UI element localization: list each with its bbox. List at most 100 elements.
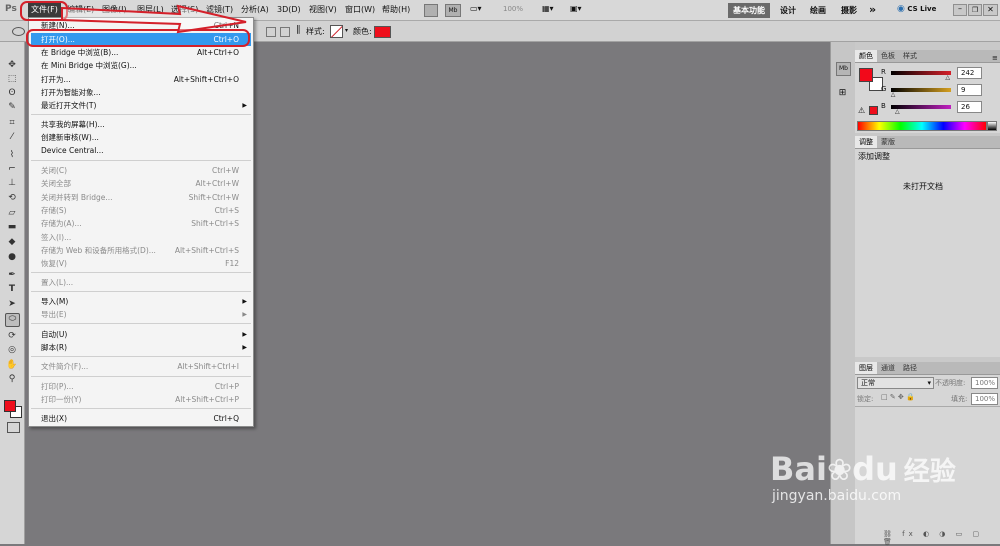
tab-layers[interactable]: 图层 xyxy=(855,362,877,374)
gamut-swatch[interactable] xyxy=(869,106,878,115)
3d-orbit-tool-icon[interactable]: ◎ xyxy=(6,345,18,355)
type-tool-icon[interactable]: T xyxy=(6,284,18,294)
menu-item-shortcut: Ctrl+P xyxy=(214,382,239,391)
move-tool-icon[interactable]: ✥ xyxy=(6,60,18,70)
eyedropper-tool-icon[interactable]: ⁄ xyxy=(6,132,18,142)
foreground-color-swatch[interactable] xyxy=(4,400,16,412)
file-menu-item-4[interactable]: 打开为... Alt+Shift+Ctrl+O xyxy=(41,74,249,86)
tab-color[interactable]: 颜色 xyxy=(855,50,877,62)
channel-value-2[interactable]: 26 xyxy=(957,101,982,113)
menu-item-label: 共享我的屏幕(H)... xyxy=(41,120,105,129)
screen-mode-icon[interactable]: ▣▾ xyxy=(570,4,590,15)
tab-paths[interactable]: 路径 xyxy=(899,362,921,374)
path-mode-icon[interactable] xyxy=(266,27,276,37)
file-menu-item-9[interactable]: Device Central... xyxy=(41,145,249,157)
brush-tool-icon[interactable]: ⌐ xyxy=(6,164,18,174)
workspace-painting-button[interactable]: 绘画 xyxy=(810,5,826,16)
hand-tool-icon[interactable]: ✋ xyxy=(6,360,18,370)
menu-10[interactable]: 帮助(H) xyxy=(379,3,413,17)
menu-item-shortcut: Alt+Ctrl+O xyxy=(197,48,239,57)
ellipse-tool-preset-icon[interactable] xyxy=(12,27,25,36)
history-brush-tool-icon[interactable]: ⟲ xyxy=(6,193,18,203)
tab-masks[interactable]: 蒙版 xyxy=(877,136,899,148)
file-menu-item-3[interactable]: 在 Mini Bridge 中浏览(G)... xyxy=(41,60,249,72)
file-menu-item-5[interactable]: 打开为智能对象... xyxy=(41,87,249,99)
slider-thumb-icon[interactable]: △ xyxy=(945,74,950,81)
quick-selection-tool-icon[interactable]: ✎ xyxy=(6,102,18,112)
fill-pixels-icon[interactable] xyxy=(280,27,290,37)
blur-tool-icon[interactable]: ◆ xyxy=(6,237,18,247)
healing-brush-tool-icon[interactable]: ⌇ xyxy=(6,150,18,160)
workspace-photography-button[interactable]: 摄影 xyxy=(841,5,857,16)
quick-mask-icon[interactable] xyxy=(7,422,20,433)
file-menu-item-22[interactable]: 脚本(R) ▶ xyxy=(41,342,249,354)
menu-item-shortcut: Alt+Shift+Ctrl+S xyxy=(174,246,239,255)
cs-live-button[interactable]: ◉ CS Live xyxy=(897,4,945,16)
channel-value-0[interactable]: 242 xyxy=(957,67,982,79)
file-menu-item-2[interactable]: 在 Bridge 中浏览(B)... Alt+Ctrl+O xyxy=(41,47,249,59)
path-selection-tool-icon[interactable]: ➤ xyxy=(6,299,18,309)
color-ramp[interactable] xyxy=(857,121,987,131)
file-menu-item-19[interactable]: 导入(M) ▶ xyxy=(41,296,249,308)
opacity-field[interactable]: 100% xyxy=(971,377,998,389)
crop-tool-icon[interactable]: ⌗ xyxy=(6,118,18,128)
submenu-arrow-icon: ▶ xyxy=(242,331,247,338)
panel-menu-icon[interactable]: ≡ xyxy=(992,54,998,62)
shape-color-swatch[interactable] xyxy=(374,26,391,38)
file-menu-item-6[interactable]: 最近打开文件(T) ▶ xyxy=(41,100,249,112)
zoom-tool-icon[interactable]: ⚲ xyxy=(6,374,18,384)
eraser-tool-icon[interactable]: ▱ xyxy=(6,208,18,218)
tab-swatches[interactable]: 色板 xyxy=(877,50,899,62)
file-menu-item-21[interactable]: 自动(U) ▶ xyxy=(41,329,249,341)
marquee-tool-icon[interactable]: ⬚ xyxy=(6,74,18,84)
clone-stamp-tool-icon[interactable]: ⊥ xyxy=(6,178,18,188)
channel-value-1[interactable]: 9 xyxy=(957,84,982,96)
workspace-design-button[interactable]: 设计 xyxy=(780,5,796,16)
close-button[interactable]: ✕ xyxy=(983,4,998,16)
pen-tool-icon[interactable]: ✒ xyxy=(6,270,18,280)
menu-9[interactable]: 窗口(W) xyxy=(342,3,378,17)
channel-slider-1[interactable] xyxy=(891,88,951,92)
style-picker[interactable] xyxy=(330,25,343,38)
tab-channels[interactable]: 通道 xyxy=(877,362,899,374)
3d-rotate-tool-icon[interactable]: ⟳ xyxy=(6,331,18,341)
arrange-documents-icon[interactable]: ▦▾ xyxy=(542,4,560,15)
bw-ramp[interactable] xyxy=(987,121,997,131)
dodge-tool-icon[interactable]: ● xyxy=(6,252,18,262)
file-menu-item-8[interactable]: 创建新审核(W)... xyxy=(41,132,249,144)
lock-icons[interactable]: □ ✎ ✥ 🔒 xyxy=(881,393,915,401)
mini-bridge-icon[interactable]: Mb xyxy=(445,4,461,17)
file-menu-item-10: 关闭(C) Ctrl+W xyxy=(41,165,249,177)
view-extras-icon[interactable]: ▭▾ xyxy=(470,4,490,15)
annotation-arrow xyxy=(61,4,247,34)
menu-7[interactable]: 3D(D) xyxy=(274,3,304,17)
channel-slider-2[interactable] xyxy=(891,105,951,109)
slider-thumb-icon[interactable]: △ xyxy=(895,108,900,115)
menu-item-shortcut: Ctrl+S xyxy=(214,206,239,215)
launch-bridge-icon[interactable] xyxy=(424,4,438,17)
channel-slider-0[interactable] xyxy=(891,71,951,75)
file-menu-item-7[interactable]: 共享我的屏幕(H)... xyxy=(41,119,249,131)
gradient-tool-icon[interactable]: ▬ xyxy=(6,222,18,232)
tab-adjustments[interactable]: 调整 xyxy=(855,136,877,148)
menu-item-label: 置入(L)... xyxy=(41,278,74,287)
history-panel-icon[interactable]: ⊞ xyxy=(836,88,849,100)
menu-8[interactable]: 视图(V) xyxy=(306,3,340,17)
mini-bridge-panel-icon[interactable]: Mb xyxy=(836,62,851,76)
workspace-essentials-button[interactable]: 基本功能 xyxy=(728,3,770,18)
chevron-down-icon[interactable]: ▾ xyxy=(345,27,348,34)
slider-thumb-icon[interactable]: △ xyxy=(891,91,896,98)
menu-separator xyxy=(31,408,251,409)
tab-styles[interactable]: 样式 xyxy=(899,50,921,62)
more-workspaces-button[interactable]: » xyxy=(869,3,876,16)
file-menu-item-26[interactable]: 退出(X) Ctrl+Q xyxy=(41,413,249,425)
zoom-level[interactable]: 100% xyxy=(503,5,523,13)
fg-color-box[interactable] xyxy=(859,68,873,82)
lasso-tool-icon[interactable]: ʘ xyxy=(6,88,18,98)
no-style-slash-icon xyxy=(331,26,342,37)
ellipse-tool-icon[interactable]: ⬭ xyxy=(5,313,20,327)
restore-button[interactable]: ❐ xyxy=(968,4,982,16)
fill-field[interactable]: 100% xyxy=(971,393,998,405)
minimize-button[interactable]: – xyxy=(953,4,967,16)
blend-mode-select[interactable]: 正常 ▾ xyxy=(857,377,934,389)
